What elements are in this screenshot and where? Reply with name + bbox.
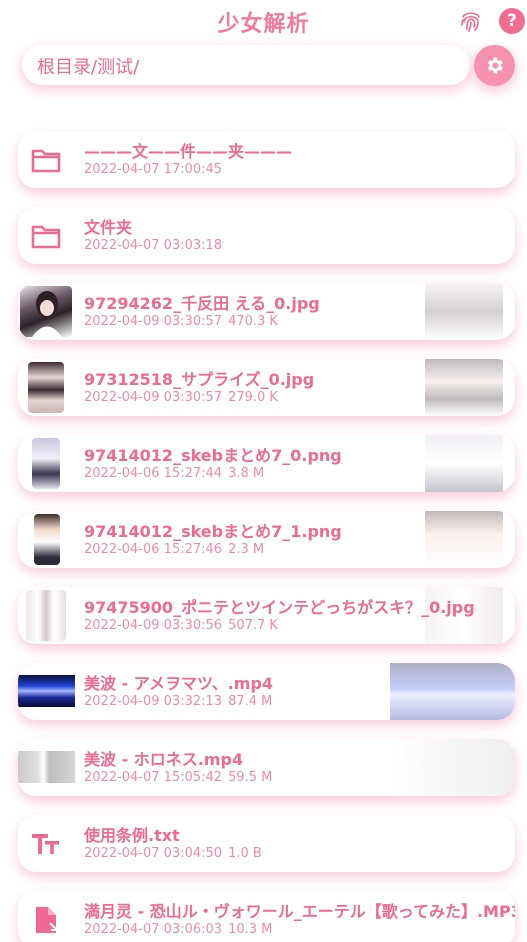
path-input[interactable]: 根目录/测试/ [22, 45, 470, 85]
image-preview-ghost [425, 511, 503, 568]
video-thumbnail [18, 675, 75, 707]
image-thumbnail [28, 362, 64, 413]
file-item-folder[interactable]: 文件夹 2022-04-07 03:03:18 [18, 207, 515, 264]
gear-icon [487, 57, 503, 74]
folder-icon [31, 225, 61, 249]
file-name: 美波 - ホロネス.mp4 [84, 750, 244, 769]
file-meta: 2022-04-09 03:30:57 470.3 K [84, 314, 278, 329]
text-icon [32, 834, 59, 854]
file-name: 97294262_千反田 える_0.jpg [84, 294, 320, 313]
folder-icon [31, 149, 61, 173]
image-preview-ghost [425, 435, 503, 492]
file-meta: 2022-04-09 03:30:56 507.7 K [84, 618, 278, 633]
file-meta: 2022-04-07 03:06:03 10.3 M [84, 922, 273, 937]
file-meta: 2022-04-07 15:05:42 59.5 M [84, 770, 273, 785]
app-title: 少女解析 [217, 12, 310, 37]
file-name: ———文——件——夹——— [84, 142, 293, 161]
image-preview-ghost [425, 283, 503, 340]
video-thumbnail [18, 751, 75, 783]
file-item-image[interactable]: 97294262_千反田 える_0.jpg 2022-04-09 03:30:5… [18, 283, 515, 340]
file-item-image[interactable]: 97414012_skebまとめ7_1.png 2022-04-06 15:27… [18, 511, 515, 568]
file-item-audio[interactable]: 満月灵 - 恐山ル・ヴォワール_エーテル【歌ってみた】.MP3 2022-04-… [18, 891, 515, 942]
file-meta: 2022-04-09 03:30:57 279.0 K [84, 390, 278, 405]
file-item-image[interactable]: 97312518_サプライズ_0.jpg 2022-04-09 03:30:57… [18, 359, 515, 416]
file-name: 97414012_skebまとめ7_0.png [84, 446, 342, 465]
image-thumbnail [26, 590, 66, 641]
file-name: 使用条例.txt [84, 826, 180, 845]
file-name: 文件夹 [84, 218, 133, 237]
file-item-image[interactable]: 97414012_skebまとめ7_0.png 2022-04-06 15:27… [18, 435, 515, 492]
file-item-text[interactable]: 使用条例.txt 2022-04-07 03:04:50 1.0 B [18, 815, 515, 872]
file-meta: 2022-04-09 03:32:13 87.4 M [84, 694, 273, 709]
video-preview-ghost [390, 739, 515, 796]
file-name: 97414012_skebまとめ7_1.png [84, 522, 342, 541]
file-meta: 2022-04-07 03:03:18 [84, 238, 223, 253]
help-icon[interactable]: ? [499, 8, 525, 34]
file-item-video[interactable]: 美波 - アメヲマツ、.mp4 2022-04-09 03:32:13 87.4 … [18, 663, 515, 720]
fingerprint-icon[interactable] [458, 8, 484, 34]
file-item-video[interactable]: 美波 - ホロネス.mp4 2022-04-07 15:05:42 59.5 M [18, 739, 515, 796]
image-preview-ghost [425, 359, 503, 416]
image-thumbnail [20, 286, 72, 337]
settings-button[interactable] [474, 45, 515, 86]
file-item-image[interactable]: 97475900_ポニテとツインテどっちがスキ？_0.jpg 2022-04-0… [18, 587, 515, 644]
file-meta: 2022-04-06 15:27:44 3.8 M [84, 466, 265, 481]
video-preview-ghost [390, 663, 515, 720]
file-name: 美波 - アメヲマツ、.mp4 [84, 674, 274, 693]
image-thumbnail [32, 438, 60, 489]
file-name: 97475900_ポニテとツインテどっちがスキ？_0.jpg [84, 598, 475, 617]
file-meta: 2022-04-07 03:04:50 1.0 B [84, 846, 262, 861]
image-thumbnail [34, 514, 60, 565]
file-item-folder[interactable]: ———文——件——夹——— 2022-04-07 17:00:45 [18, 131, 515, 188]
file-name: 97312518_サプライズ_0.jpg [84, 370, 315, 389]
audio-file-icon [36, 907, 58, 933]
file-meta: 2022-04-06 15:27:46 2.3 M [84, 542, 265, 557]
file-meta: 2022-04-07 17:00:45 [84, 162, 223, 177]
file-name: 満月灵 - 恐山ル・ヴォワール_エーテル【歌ってみた】.MP3 [84, 902, 515, 921]
path-text: 根目录/测试/ [37, 57, 140, 78]
top-bar: 少女解析 ? [0, 0, 527, 42]
